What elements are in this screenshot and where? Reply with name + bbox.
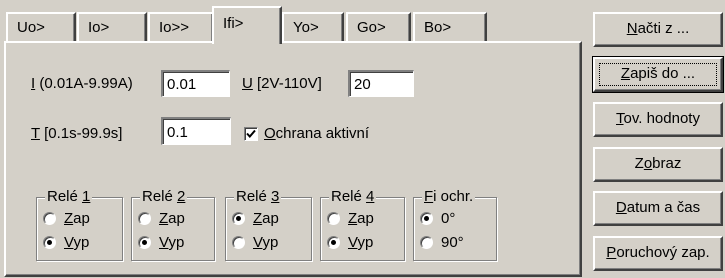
- relay-1-title: Relé 1: [45, 188, 93, 205]
- fi-group-title: Fi ochr.: [422, 188, 476, 205]
- relay-3-zap-radio[interactable]: [232, 212, 245, 225]
- protection-label-key: O: [264, 125, 276, 142]
- voltage-input[interactable]: [348, 70, 414, 97]
- relay-1-group: Relé 1 Zap Vyp: [36, 188, 123, 261]
- current-label-rest: (0.01A-9.99A): [35, 75, 133, 92]
- check-icon: [246, 129, 256, 138]
- relay-title-text: Relé: [331, 188, 367, 205]
- relay-2-zap-label: Zap: [159, 210, 185, 227]
- fi-90-label: 90°: [441, 234, 464, 251]
- relay-title-text: Relé: [236, 188, 272, 205]
- relay-title-text: Relé: [47, 188, 83, 205]
- fi-0-label: 0°: [441, 210, 456, 227]
- voltage-label: U [2V-110V]: [242, 75, 322, 92]
- fi-90-radio[interactable]: [420, 236, 433, 249]
- relay-2-vyp-label: Vyp: [159, 234, 184, 251]
- relay-2-title: Relé 2: [140, 188, 188, 205]
- time-label-key: T: [31, 125, 40, 142]
- relay-title-key: 1: [82, 188, 91, 205]
- zap-key: Z: [348, 210, 358, 227]
- time-label: T [0.1s-99.9s]: [31, 125, 122, 142]
- zap-key: Z: [64, 210, 74, 227]
- relay-1-vyp-radio[interactable]: [43, 236, 56, 249]
- relay-title-key: 4: [366, 188, 375, 205]
- relay-4-vyp-label: Vyp: [348, 234, 373, 251]
- voltage-label-rest: [2V-110V]: [252, 75, 322, 92]
- vyp-rest: yp: [73, 234, 90, 251]
- current-label: I (0.01A-9.99A): [31, 75, 133, 92]
- vyp-rest: yp: [357, 234, 374, 251]
- relay-1-vyp-label: Vyp: [64, 234, 89, 251]
- protection-checkbox[interactable]: [244, 127, 258, 141]
- fi-group: Fi ochr. 0° 90°: [413, 188, 497, 261]
- time-label-rest: [0.1s-99.9s]: [39, 125, 123, 142]
- radio-dot-icon: [331, 240, 336, 245]
- relay-title-key: 3: [271, 188, 280, 205]
- relay-3-title: Relé 3: [234, 188, 282, 205]
- relay-4-group: Relé 4 Zap Vyp: [320, 188, 405, 261]
- zap-rest: ap: [73, 210, 90, 227]
- zap-key: Z: [253, 210, 263, 227]
- relay-3-group: Relé 3 Zap Vyp: [225, 188, 312, 261]
- relay-4-zap-radio[interactable]: [327, 212, 340, 225]
- relay-1-zap-label: Zap: [64, 210, 90, 227]
- relay-2-vyp-radio[interactable]: [138, 236, 151, 249]
- current-input[interactable]: [161, 70, 230, 97]
- radio-dot-icon: [142, 240, 147, 245]
- zap-key: Z: [159, 210, 169, 227]
- zap-rest: ap: [357, 210, 374, 227]
- protection-label-rest: chrana aktivní: [275, 125, 370, 142]
- radio-dot-icon: [236, 216, 241, 221]
- relay-3-vyp-radio[interactable]: [232, 236, 245, 249]
- relay-2-zap-radio[interactable]: [138, 212, 151, 225]
- relay-3-vyp-label: Vyp: [253, 234, 278, 251]
- relay-4-vyp-radio[interactable]: [327, 236, 340, 249]
- fi-title-rest: i ochr.: [433, 188, 474, 205]
- fi-0-radio[interactable]: [420, 212, 433, 225]
- relay-1-zap-radio[interactable]: [43, 212, 56, 225]
- zap-rest: ap: [262, 210, 279, 227]
- vyp-rest: yp: [168, 234, 185, 251]
- relay-title-text: Relé: [142, 188, 178, 205]
- radio-dot-icon: [424, 216, 429, 221]
- zap-rest: ap: [168, 210, 185, 227]
- relay-3-zap-label: Zap: [253, 210, 279, 227]
- fi-title-key: F: [424, 188, 434, 205]
- relay-2-group: Relé 2 Zap Vyp: [131, 188, 215, 261]
- relay-4-title: Relé 4: [329, 188, 377, 205]
- vyp-rest: yp: [262, 234, 279, 251]
- relay-4-zap-label: Zap: [348, 210, 374, 227]
- radio-dot-icon: [47, 240, 52, 245]
- time-input[interactable]: [161, 117, 231, 145]
- protection-label: Ochrana aktivní: [264, 125, 369, 142]
- relay-title-key: 2: [177, 188, 186, 205]
- voltage-label-key: U: [242, 75, 253, 92]
